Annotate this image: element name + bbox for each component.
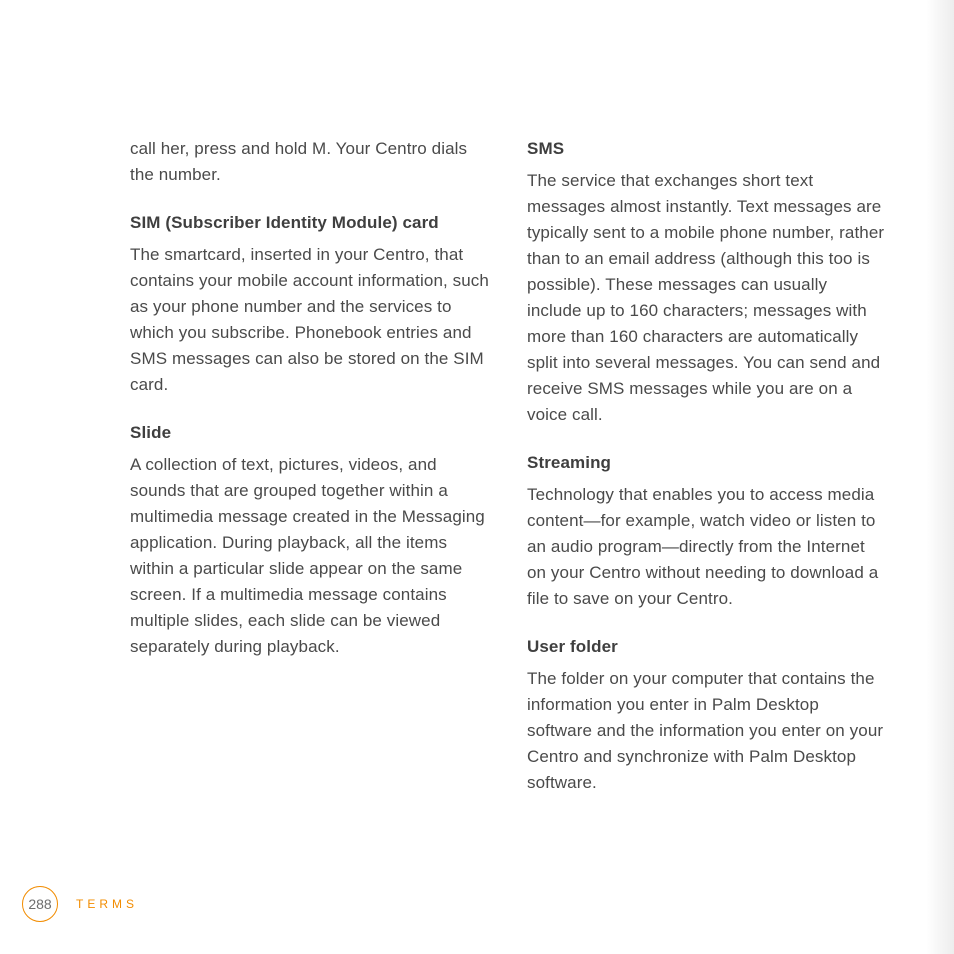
page: call her, press and hold M. Your Centro … xyxy=(0,0,954,954)
term-heading-user-folder: User folder xyxy=(527,634,886,660)
term-heading-sms: SMS xyxy=(527,136,886,162)
term-heading-slide: Slide xyxy=(130,420,489,446)
term-body-slide: A collection of text, pictures, videos, … xyxy=(130,452,489,660)
left-column: call her, press and hold M. Your Centro … xyxy=(130,136,489,796)
footer: 288 TERMS xyxy=(0,886,138,922)
term-heading-sim: SIM (Subscriber Identity Module) card xyxy=(130,210,489,236)
lead-paragraph: call her, press and hold M. Your Centro … xyxy=(130,136,489,188)
content-columns: call her, press and hold M. Your Centro … xyxy=(0,0,954,796)
section-label: TERMS xyxy=(76,897,138,911)
term-heading-streaming: Streaming xyxy=(527,450,886,476)
term-body-streaming: Technology that enables you to access me… xyxy=(527,482,886,612)
term-body-sim: The smartcard, inserted in your Centro, … xyxy=(130,242,489,398)
page-number-badge: 288 xyxy=(22,886,58,922)
page-edge-shadow xyxy=(926,0,954,954)
right-column: SMS The service that exchanges short tex… xyxy=(527,136,886,796)
term-body-user-folder: The folder on your computer that contain… xyxy=(527,666,886,796)
term-body-sms: The service that exchanges short text me… xyxy=(527,168,886,428)
